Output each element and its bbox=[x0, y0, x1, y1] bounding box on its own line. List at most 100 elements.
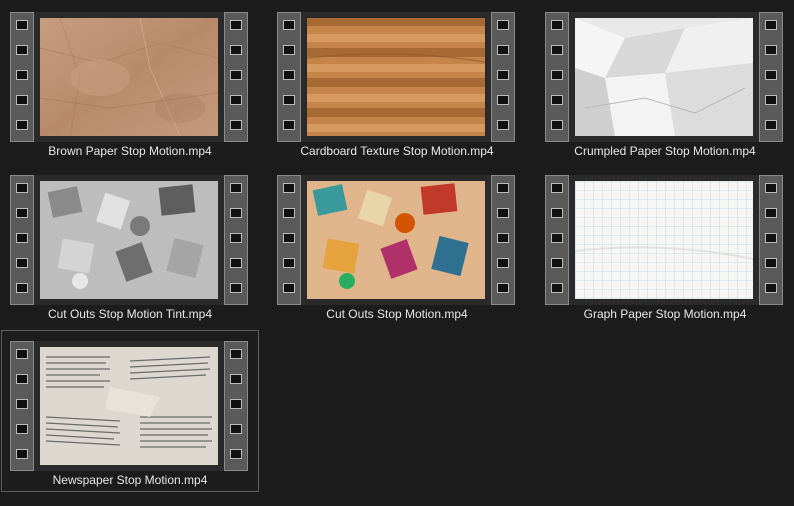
film-sprocket-hole bbox=[283, 283, 295, 293]
film-sprocket-hole bbox=[765, 95, 777, 105]
file-grid: Brown Paper Stop Motion.mp4 Cardboard Te… bbox=[0, 0, 794, 506]
film-sprocket-hole bbox=[765, 70, 777, 80]
film-sprocket-hole bbox=[497, 120, 509, 130]
film-sprocket-hole bbox=[230, 45, 242, 55]
film-sprocket-hole bbox=[551, 20, 563, 30]
film-sprocket-hole bbox=[230, 95, 242, 105]
film-sprocket-hole bbox=[551, 183, 563, 193]
thumbnail-frame bbox=[34, 175, 224, 305]
film-sprocket-hole bbox=[16, 258, 28, 268]
film-sprocket-strip bbox=[545, 175, 569, 305]
cut-outs-color-thumbnail bbox=[307, 181, 485, 299]
film-sprocket-hole bbox=[230, 183, 242, 193]
film-sprocket-hole bbox=[16, 349, 28, 359]
file-tile[interactable]: Graph Paper Stop Motion.mp4 bbox=[536, 164, 794, 326]
film-sprocket-hole bbox=[497, 183, 509, 193]
film-sprocket-hole bbox=[230, 399, 242, 409]
film-sprocket-hole bbox=[497, 258, 509, 268]
film-sprocket-hole bbox=[497, 95, 509, 105]
film-sprocket-hole bbox=[497, 233, 509, 243]
file-name: Newspaper Stop Motion.mp4 bbox=[52, 473, 208, 487]
film-sprocket-hole bbox=[230, 374, 242, 384]
file-name: Cardboard Texture Stop Motion.mp4 bbox=[300, 144, 494, 158]
film-sprocket-hole bbox=[283, 20, 295, 30]
film-sprocket-hole bbox=[765, 283, 777, 293]
film-sprocket-hole bbox=[551, 233, 563, 243]
file-tile[interactable]: Crumpled Paper Stop Motion.mp4 bbox=[536, 1, 794, 163]
file-name: Brown Paper Stop Motion.mp4 bbox=[48, 144, 212, 158]
film-sprocket-hole bbox=[497, 70, 509, 80]
file-name: Cut Outs Stop Motion Tint.mp4 bbox=[47, 307, 213, 321]
thumbnail-frame bbox=[34, 341, 224, 471]
film-sprocket-hole bbox=[765, 208, 777, 218]
film-sprocket-strip bbox=[545, 12, 569, 142]
film-sprocket-hole bbox=[283, 208, 295, 218]
film-sprocket-hole bbox=[16, 208, 28, 218]
film-sprocket-hole bbox=[230, 70, 242, 80]
film-sprocket-hole bbox=[765, 45, 777, 55]
film-sprocket-hole bbox=[551, 208, 563, 218]
film-sprocket-hole bbox=[283, 70, 295, 80]
film-sprocket-hole bbox=[16, 183, 28, 193]
crumpled-paper-thumbnail bbox=[575, 18, 753, 136]
video-file-icon bbox=[277, 12, 515, 142]
file-name: Cut Outs Stop Motion.mp4 bbox=[326, 307, 468, 321]
film-sprocket-hole bbox=[16, 45, 28, 55]
graph-paper-thumbnail bbox=[575, 181, 753, 299]
film-sprocket-strip bbox=[224, 341, 248, 471]
file-tile[interactable]: Cardboard Texture Stop Motion.mp4 bbox=[268, 1, 526, 163]
film-sprocket-strip bbox=[10, 12, 34, 142]
film-sprocket-hole bbox=[230, 349, 242, 359]
cut-outs-tint-thumbnail bbox=[40, 181, 218, 299]
film-sprocket-hole bbox=[283, 258, 295, 268]
video-file-icon bbox=[545, 175, 783, 305]
film-sprocket-hole bbox=[16, 374, 28, 384]
file-tile[interactable]: Brown Paper Stop Motion.mp4 bbox=[1, 1, 259, 163]
thumbnail-frame bbox=[569, 12, 759, 142]
film-sprocket-strip bbox=[224, 12, 248, 142]
film-sprocket-hole bbox=[765, 258, 777, 268]
film-sprocket-hole bbox=[283, 120, 295, 130]
film-sprocket-hole bbox=[497, 208, 509, 218]
film-sprocket-strip bbox=[10, 341, 34, 471]
video-file-icon bbox=[545, 12, 783, 142]
film-sprocket-strip bbox=[491, 12, 515, 142]
film-sprocket-hole bbox=[497, 45, 509, 55]
film-sprocket-hole bbox=[551, 283, 563, 293]
film-sprocket-hole bbox=[230, 20, 242, 30]
film-sprocket-hole bbox=[16, 283, 28, 293]
film-sprocket-hole bbox=[283, 95, 295, 105]
film-sprocket-hole bbox=[765, 183, 777, 193]
newspaper-thumbnail bbox=[40, 347, 218, 465]
film-sprocket-hole bbox=[551, 70, 563, 80]
film-sprocket-hole bbox=[16, 424, 28, 434]
file-tile[interactable]: Cut Outs Stop Motion Tint.mp4 bbox=[1, 164, 259, 326]
film-sprocket-hole bbox=[16, 449, 28, 459]
film-sprocket-strip bbox=[224, 175, 248, 305]
video-file-icon bbox=[10, 175, 248, 305]
cardboard-thumbnail bbox=[307, 18, 485, 136]
film-sprocket-hole bbox=[16, 120, 28, 130]
file-name: Graph Paper Stop Motion.mp4 bbox=[583, 307, 747, 321]
film-sprocket-hole bbox=[551, 45, 563, 55]
film-sprocket-hole bbox=[16, 20, 28, 30]
film-sprocket-strip bbox=[491, 175, 515, 305]
film-sprocket-strip bbox=[277, 175, 301, 305]
film-sprocket-hole bbox=[230, 208, 242, 218]
file-tile[interactable]: Cut Outs Stop Motion.mp4 bbox=[268, 164, 526, 326]
film-sprocket-hole bbox=[16, 399, 28, 409]
thumbnail-frame bbox=[301, 12, 491, 142]
film-sprocket-hole bbox=[16, 233, 28, 243]
film-sprocket-hole bbox=[551, 95, 563, 105]
film-sprocket-hole bbox=[497, 20, 509, 30]
film-sprocket-strip bbox=[277, 12, 301, 142]
film-sprocket-hole bbox=[230, 258, 242, 268]
film-sprocket-hole bbox=[765, 233, 777, 243]
film-sprocket-hole bbox=[283, 233, 295, 243]
film-sprocket-hole bbox=[283, 183, 295, 193]
film-sprocket-hole bbox=[230, 120, 242, 130]
file-tile-selected[interactable]: Newspaper Stop Motion.mp4 bbox=[1, 330, 259, 492]
film-sprocket-hole bbox=[765, 120, 777, 130]
brown-paper-thumbnail bbox=[40, 18, 218, 136]
film-sprocket-hole bbox=[283, 45, 295, 55]
